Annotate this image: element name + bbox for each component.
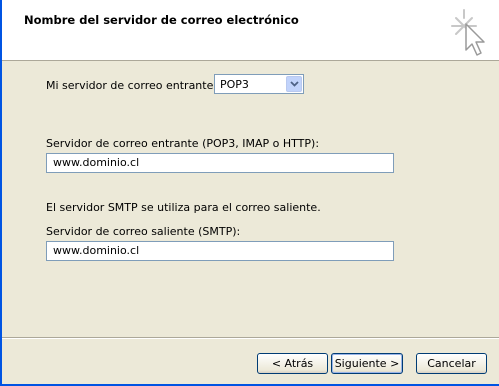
next-button[interactable]: Siguiente >: [331, 353, 403, 374]
back-button[interactable]: < Atrás: [257, 353, 328, 374]
smtp-note: El servidor SMTP se utiliza para el corr…: [46, 201, 321, 214]
footer-divider: [2, 337, 499, 339]
incoming-type-label: Mi servidor de correo entrante es: [46, 79, 230, 92]
incoming-type-select[interactable]: POP3: [214, 74, 304, 94]
wizard-header: Nombre del servidor de correo electrónic…: [2, 0, 499, 61]
wizard-window: Nombre del servidor de correo electrónic…: [0, 0, 499, 386]
page-title: Nombre del servidor de correo electrónic…: [24, 13, 299, 27]
outgoing-server-input[interactable]: www.dominio.cl: [46, 241, 394, 261]
dropdown-button[interactable]: [286, 76, 302, 92]
incoming-server-input[interactable]: www.dominio.cl: [46, 153, 394, 173]
chevron-down-icon: [290, 81, 299, 87]
incoming-server-label: Servidor de correo entrante (POP3, IMAP …: [46, 137, 320, 150]
cancel-button[interactable]: Cancelar: [416, 353, 487, 374]
outgoing-server-label: Servidor de correo saliente (SMTP):: [46, 225, 241, 238]
incoming-type-value: POP3: [220, 78, 249, 91]
wizard-cursor-icon: [451, 9, 485, 56]
